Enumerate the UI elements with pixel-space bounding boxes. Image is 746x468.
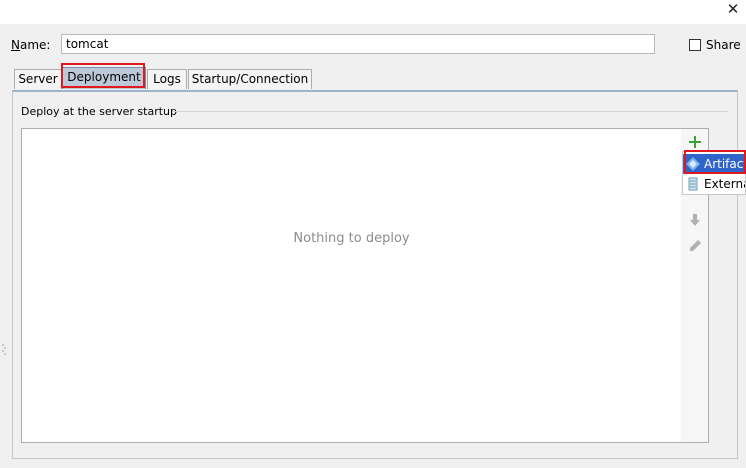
artifact-highlight (684, 150, 746, 174)
section-divider (172, 111, 728, 112)
deployment-tab-highlight (61, 63, 145, 88)
dialog-title-bar: ✕ (0, 0, 746, 24)
tab-server[interactable]: Server (14, 69, 62, 89)
empty-list-message: Nothing to deploy (293, 231, 410, 246)
share-checkbox[interactable] (689, 39, 701, 51)
share-option[interactable]: Share (689, 38, 741, 52)
name-input[interactable] (61, 34, 655, 54)
name-label: Name: (11, 38, 50, 52)
add-icon[interactable] (687, 134, 703, 150)
close-icon[interactable]: ✕ (726, 2, 740, 17)
tab-logs[interactable]: Logs (147, 69, 187, 89)
name-label-mnemonic: N (11, 38, 20, 52)
popup-item-label: External (704, 177, 745, 191)
deploy-list[interactable]: Nothing to deploy (21, 128, 682, 443)
edit-icon[interactable] (687, 238, 703, 254)
external-source-icon (688, 177, 698, 191)
tab-startup-connection[interactable]: Startup/Connection (188, 69, 312, 89)
move-down-icon[interactable] (687, 212, 703, 228)
name-label-rest: ame: (19, 38, 51, 52)
popup-item-external[interactable]: External (683, 174, 745, 194)
resize-grip-icon[interactable] (2, 343, 6, 357)
share-label: Share (706, 38, 741, 52)
section-title: Deploy at the server startup (21, 105, 178, 118)
